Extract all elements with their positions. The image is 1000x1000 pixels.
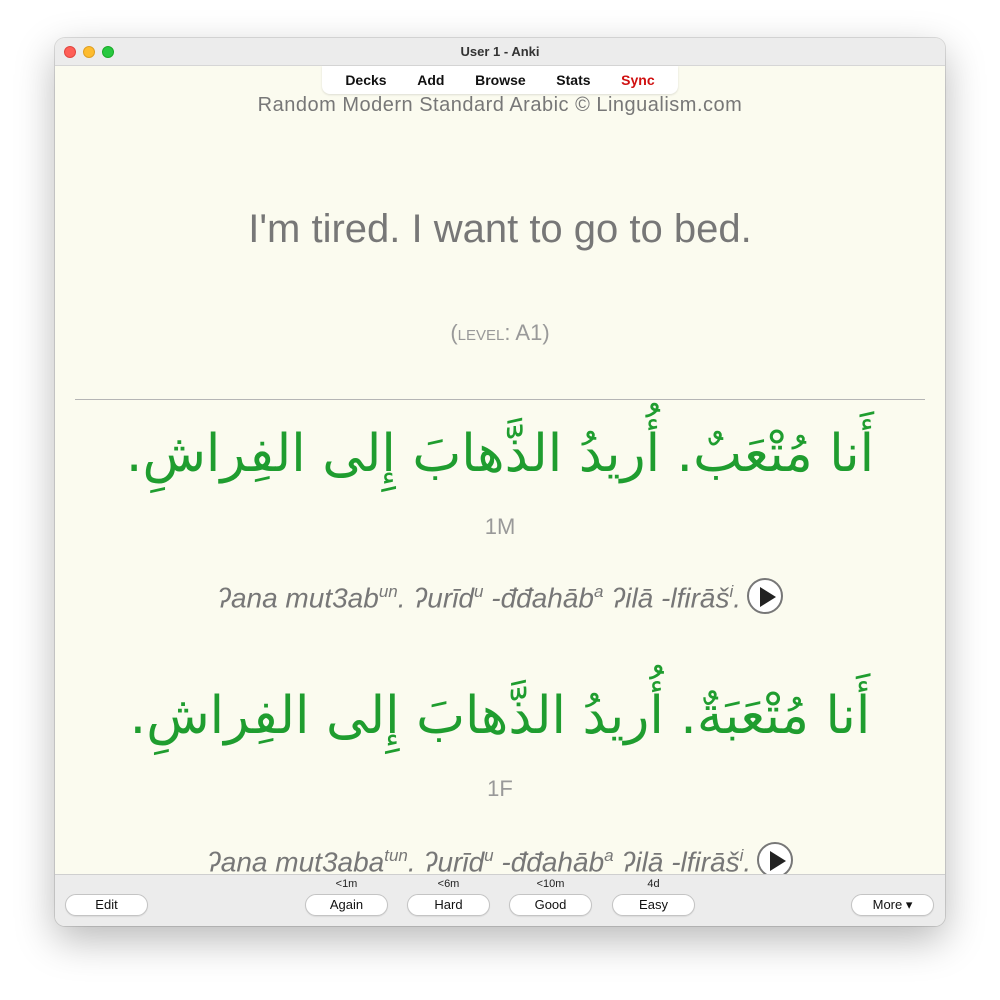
good-button[interactable]: Good — [509, 894, 592, 916]
gender-feminine: 1F — [487, 776, 513, 801]
tl-part: ʔilā -lfirāš — [613, 846, 740, 878]
decks-link[interactable]: Decks — [345, 72, 386, 88]
hard-button[interactable]: Hard — [407, 894, 490, 916]
gender-masculine: 1M — [484, 514, 516, 539]
tl-sup: un — [378, 582, 398, 602]
play-audio-masculine-icon[interactable] — [747, 578, 784, 614]
review-bottom-bar: Edit <1m Again <6m Hard <10m Good 4d Eas… — [55, 874, 945, 926]
tl-part: ʔana mut3ab — [216, 582, 379, 614]
tl-sup: u — [484, 846, 494, 866]
level-indicator: (level: A1) — [450, 320, 550, 345]
browse-link[interactable]: Browse — [475, 72, 526, 88]
tl-part: ʔana mut3aba — [206, 846, 385, 878]
answer-divider — [75, 399, 925, 400]
main-toolbar: Decks Add Browse Stats Sync — [322, 66, 678, 94]
arabic-feminine: أَنا مُتْعَبَةٌ. أُريدُ الذَّهابَ إِلى ا… — [129, 686, 871, 746]
title-bar[interactable]: User 1 - Anki — [55, 38, 945, 66]
easy-button[interactable]: Easy — [612, 894, 695, 916]
again-interval: <1m — [335, 878, 358, 890]
card-front-text: I'm tired. I want to go to bed. — [248, 207, 752, 251]
tl-part: . ʔurīd — [397, 582, 474, 614]
level-label: level — [457, 320, 505, 345]
tl-sup: a — [604, 846, 614, 866]
add-link[interactable]: Add — [417, 72, 444, 88]
level-value: A1 — [515, 320, 543, 345]
sync-link[interactable]: Sync — [621, 72, 654, 88]
play-audio-feminine-icon[interactable] — [757, 842, 794, 878]
tl-part: ʔilā -lfirāš — [603, 582, 730, 614]
easy-interval: 4d — [647, 878, 660, 890]
anki-window: User 1 - Anki Decks Add Browse Stats Syn… — [55, 38, 945, 926]
arabic-masculine: أَنا مُتْعَبٌ. أُريدُ الذَّهابَ إِلى الف… — [125, 424, 875, 484]
tl-part: -đđahāb — [483, 582, 595, 614]
tl-sup: tun — [384, 846, 408, 866]
tl-part: -đđahāb — [493, 846, 605, 878]
tl-part: . — [743, 846, 752, 878]
card-view: Random Modern Standard Arabic © Linguali… — [55, 94, 945, 878]
stats-link[interactable]: Stats — [556, 72, 590, 88]
window-title: User 1 - Anki — [460, 44, 540, 59]
again-button[interactable]: Again — [305, 894, 388, 916]
tl-part: . ʔurīd — [407, 846, 485, 878]
tl-part: . — [733, 582, 742, 614]
edit-button[interactable]: Edit — [65, 894, 148, 916]
transliteration-masculine: ʔana mut3abun. ʔurīdu -đđahāba ʔilā -lfi… — [55, 578, 945, 618]
good-interval: <10m — [536, 878, 565, 890]
hard-interval: <6m — [437, 878, 460, 890]
more-button[interactable]: More ▾ — [851, 894, 934, 916]
deck-title: Random Modern Standard Arabic © Linguali… — [257, 94, 743, 116]
